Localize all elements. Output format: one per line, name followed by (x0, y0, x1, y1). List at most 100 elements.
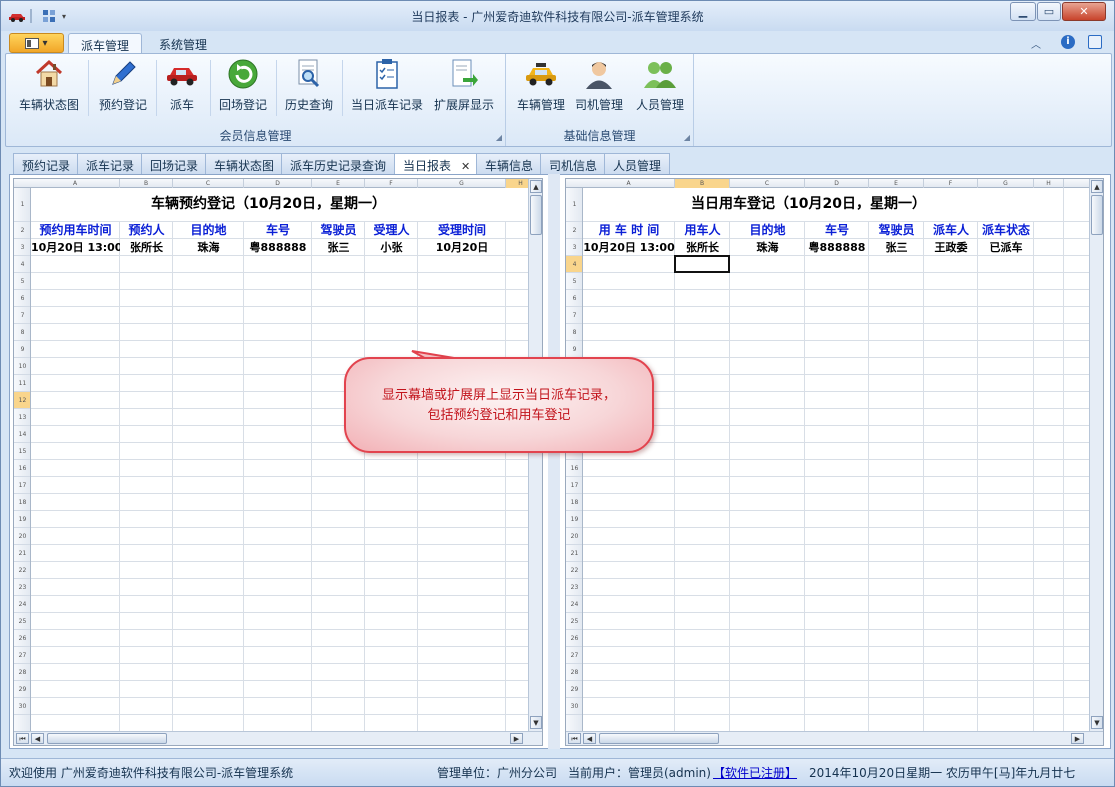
row-header[interactable]: 21 (14, 545, 30, 562)
scroll-thumb[interactable] (1091, 195, 1103, 235)
scroll-first-button[interactable]: ⏮ (16, 733, 29, 744)
row-header[interactable]: 13 (14, 409, 30, 426)
row-header[interactable]: 10 (14, 358, 30, 375)
row-header[interactable]: 26 (14, 630, 30, 647)
daily-dispatch-record-button[interactable]: 当日派车记录 (348, 57, 426, 119)
row-header[interactable]: 28 (566, 664, 582, 681)
row-header[interactable]: 5 (14, 273, 30, 290)
row-header[interactable]: 3 (14, 239, 30, 256)
maximize-button[interactable]: ▭ (1037, 2, 1061, 21)
table-cell[interactable]: 10月20日 13:00 (31, 239, 120, 256)
scroll-thumb[interactable] (599, 733, 719, 744)
personnel-management-button[interactable]: 人员管理 (632, 57, 688, 119)
row-header[interactable]: 22 (566, 562, 582, 579)
row-header[interactable]: 14 (14, 426, 30, 443)
table-cell[interactable]: 粤888888 (244, 239, 312, 256)
dispatch-button[interactable]: 派车 (160, 57, 204, 119)
row-header[interactable]: 11 (14, 375, 30, 392)
column-header[interactable]: D (805, 179, 869, 188)
doctab-daily-report[interactable]: 当日报表 ✕ (394, 153, 480, 176)
row-header[interactable]: 18 (14, 494, 30, 511)
row-header[interactable]: 24 (566, 596, 582, 613)
row-header[interactable]: 21 (566, 545, 582, 562)
group-launcher-icon[interactable]: ◢ (684, 133, 690, 142)
row-header[interactable]: 26 (566, 630, 582, 647)
extended-screen-button[interactable]: 扩展屏显示 (430, 57, 498, 119)
row-header[interactable]: 28 (14, 664, 30, 681)
close-tab-icon[interactable]: ✕ (461, 160, 470, 173)
scroll-down-button[interactable]: ▼ (1091, 716, 1103, 729)
row-header[interactable]: 27 (14, 647, 30, 664)
settings-window-icon[interactable] (1088, 35, 1102, 49)
row-header[interactable]: 3 (566, 239, 582, 256)
row-header[interactable]: 17 (566, 477, 582, 494)
file-menu-button[interactable]: ▾ (9, 33, 64, 53)
column-header[interactable]: B (675, 179, 730, 188)
doctab-reservation-records[interactable]: 预约记录 (13, 153, 80, 175)
row-header[interactable]: 29 (566, 681, 582, 698)
row-header[interactable]: 23 (566, 579, 582, 596)
horizontal-scrollbar[interactable]: ⏮ ◀ ▶ (14, 731, 542, 745)
vertical-scrollbar[interactable]: ▲ ▼ (528, 179, 542, 733)
table-cell[interactable]: 10月20日 (418, 239, 506, 256)
column-header[interactable]: A (583, 179, 675, 188)
row-header[interactable]: 1 (14, 188, 30, 222)
scroll-left-button[interactable]: ◀ (583, 733, 596, 744)
row-header[interactable]: 24 (14, 596, 30, 613)
column-header[interactable]: F (365, 179, 418, 188)
return-register-button[interactable]: 回场登记 (214, 57, 272, 119)
row-header[interactable]: 18 (566, 494, 582, 511)
table-cell[interactable]: 10月20日 13:00 (583, 239, 675, 256)
column-header[interactable]: D (244, 179, 312, 188)
row-header[interactable]: 6 (566, 290, 582, 307)
doctab-vehicle-info[interactable]: 车辆信息 (476, 153, 543, 175)
table-cell[interactable]: 张三 (869, 239, 924, 256)
row-header[interactable]: 19 (566, 511, 582, 528)
cell-grid[interactable]: 车辆预约登记（10月20日，星期一） 预约用车时间 预约人 目的地 车号 驾驶员 受理人 受理… (31, 188, 529, 733)
scroll-left-button[interactable]: ◀ (31, 733, 44, 744)
row-header[interactable]: 27 (566, 647, 582, 664)
column-header[interactable]: A (31, 179, 120, 188)
doctab-personnel[interactable]: 人员管理 (604, 153, 671, 175)
scroll-down-button[interactable]: ▼ (530, 716, 542, 729)
row-header[interactable]: 6 (14, 290, 30, 307)
column-header[interactable]: E (312, 179, 365, 188)
reservation-register-button[interactable]: 预约登记 (94, 57, 152, 119)
row-header[interactable]: 7 (14, 307, 30, 324)
vehicle-status-button[interactable]: 车辆状态图 (16, 57, 82, 119)
row-header[interactable]: 16 (566, 460, 582, 477)
row-header[interactable]: 4 (566, 256, 582, 273)
group-launcher-icon[interactable]: ◢ (496, 133, 502, 142)
row-header[interactable]: 15 (14, 443, 30, 460)
row-header[interactable]: 9 (14, 341, 30, 358)
sheet-splitter[interactable] (548, 174, 560, 749)
table-cell[interactable]: 已派车 (978, 239, 1034, 256)
vehicle-management-button[interactable]: 车辆管理 (514, 57, 568, 119)
table-cell[interactable]: 张所长 (120, 239, 173, 256)
tab-dispatch-management[interactable]: 派车管理 (68, 33, 143, 54)
row-header[interactable]: 16 (14, 460, 30, 477)
cell-grid[interactable]: 当日用车登记（10月20日，星期一） 用 车 时 间 用车人 目的地 车号 驾驶员 派车人派… (583, 188, 1090, 733)
row-header[interactable]: 19 (14, 511, 30, 528)
row-header[interactable]: 23 (14, 579, 30, 596)
scroll-right-button[interactable]: ▶ (1071, 733, 1084, 744)
minimize-button[interactable]: ▁ (1010, 2, 1036, 21)
column-header[interactable]: C (730, 179, 805, 188)
table-cell[interactable]: 珠海 (173, 239, 244, 256)
close-button[interactable]: ✕ (1062, 2, 1106, 21)
row-header[interactable]: 17 (14, 477, 30, 494)
row-header[interactable]: 8 (566, 324, 582, 341)
doctab-vehicle-status[interactable]: 车辆状态图 (205, 153, 284, 175)
row-header[interactable]: 5 (566, 273, 582, 290)
scroll-up-button[interactable]: ▲ (1091, 180, 1103, 193)
doctab-dispatch-history[interactable]: 派车历史记录查询 (281, 153, 396, 175)
table-cell[interactable]: 珠海 (730, 239, 805, 256)
row-header[interactable]: 8 (14, 324, 30, 341)
row-header[interactable]: 20 (566, 528, 582, 545)
row-header[interactable]: 4 (14, 256, 30, 273)
table-cell[interactable]: 小张 (365, 239, 418, 256)
row-header[interactable]: 9 (566, 341, 582, 358)
scroll-up-button[interactable]: ▲ (530, 180, 542, 193)
column-header[interactable]: G (418, 179, 506, 188)
table-cell[interactable]: 粤888888 (805, 239, 869, 256)
